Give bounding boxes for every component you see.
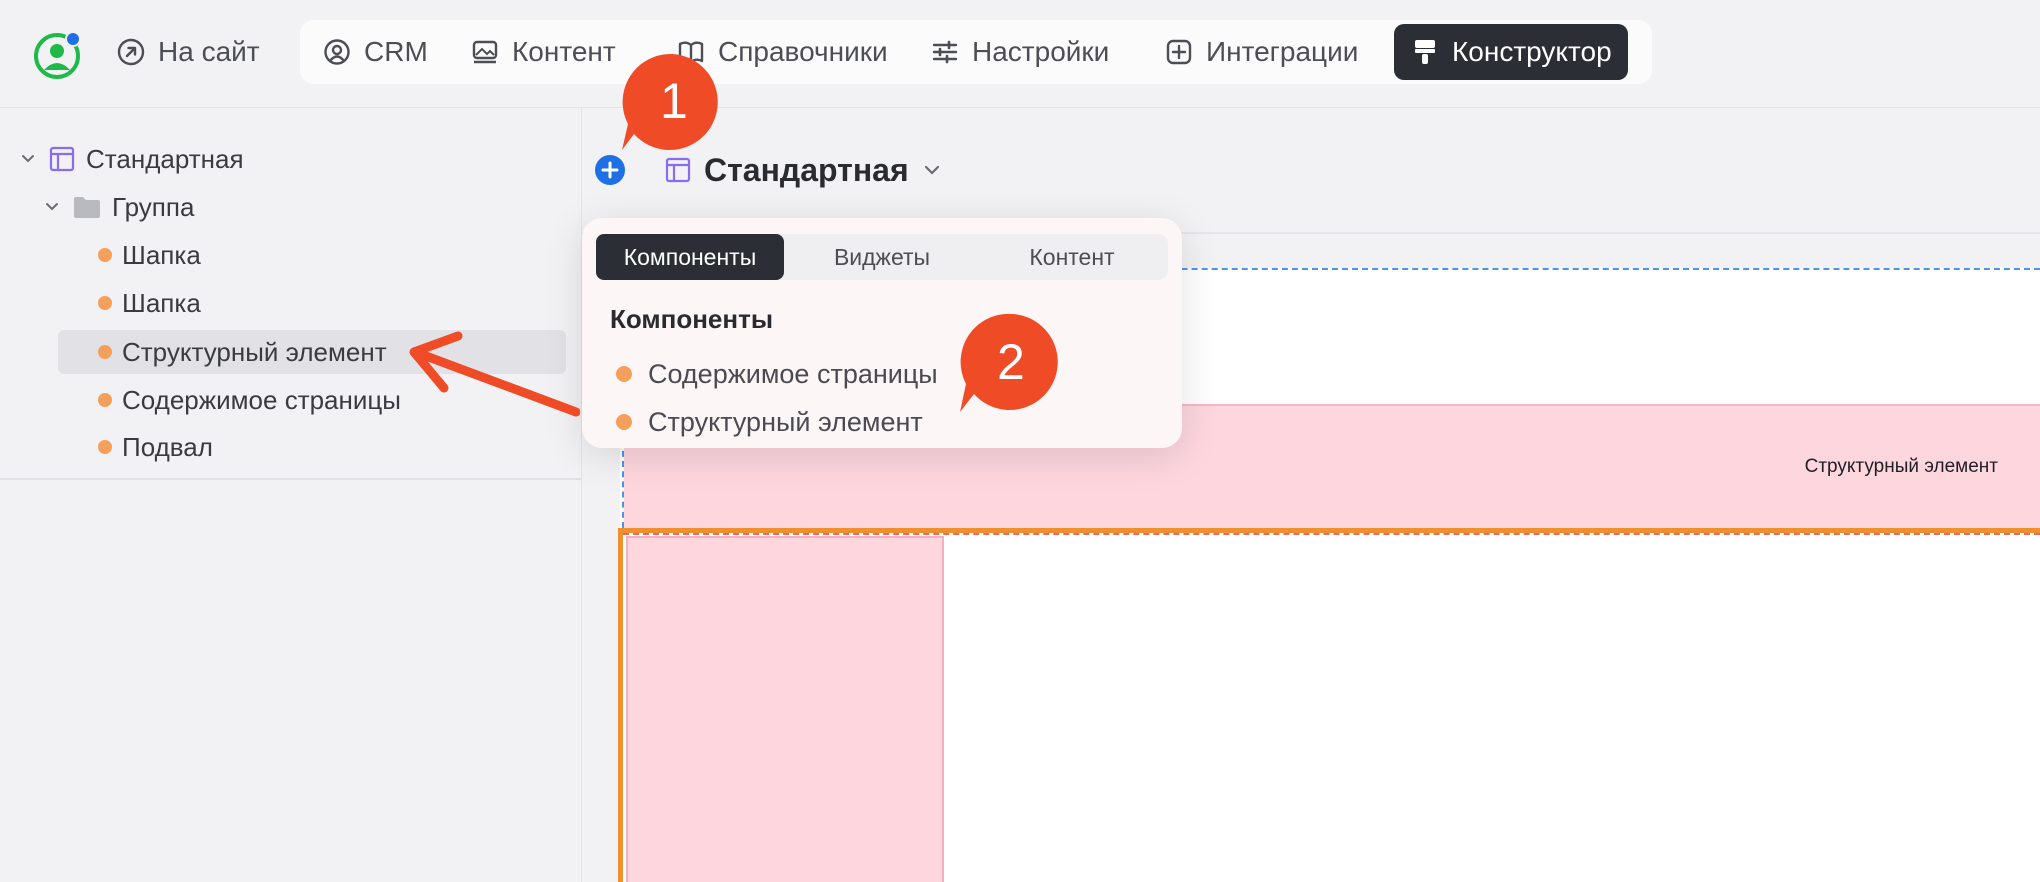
nav-item-constructor[interactable]: Конструктор: [1394, 24, 1628, 80]
nav-item-label: Конструктор: [1452, 36, 1612, 67]
tab-components[interactable]: Компоненты: [596, 234, 784, 280]
tree-item-footer[interactable]: Подвал: [98, 425, 213, 469]
popover-tabs: Компоненты Виджеты Контент: [596, 234, 1168, 280]
nav-item-crm[interactable]: CRM: [306, 24, 444, 80]
tree-item-label: Группа: [112, 191, 195, 222]
image-icon: [472, 40, 498, 64]
tree-item-header[interactable]: Шапка: [98, 233, 201, 277]
sliders-icon: [932, 40, 958, 64]
component-option-label: Структурный элемент: [648, 406, 923, 437]
tree-item-structural-element[interactable]: Структурный элемент: [98, 330, 387, 374]
component-option-page-content[interactable]: Содержимое страницы: [616, 354, 938, 394]
paint-roller-icon: [1415, 40, 1435, 64]
callout-number: 1: [660, 73, 688, 129]
nav-item-label: Контент: [512, 36, 616, 67]
chevron-down-icon[interactable]: [42, 197, 62, 217]
callout-number: 2: [997, 334, 1025, 390]
chevron-down-icon[interactable]: [921, 159, 943, 181]
callout-step-1: 1: [620, 52, 726, 159]
component-dot-icon: [616, 414, 632, 430]
tab-widgets[interactable]: Виджеты: [790, 234, 974, 280]
tree-item-label: Шапка: [122, 287, 201, 318]
tree-item-label: Стандартная: [86, 143, 244, 174]
layout-icon: [49, 146, 75, 172]
nav-item-label: Интеграции: [1206, 36, 1359, 67]
structural-column-block[interactable]: [626, 536, 944, 882]
arrow-up-right-circle-icon: [117, 38, 145, 66]
tree-item-label: Содержимое страницы: [122, 384, 401, 415]
tree-item-page-content[interactable]: Содержимое страницы: [98, 378, 401, 422]
component-dot-icon: [98, 296, 112, 310]
popover-section-heading: Компоненты: [610, 304, 774, 334]
selected-block-outline: [623, 533, 2040, 535]
crm-icon: [324, 39, 350, 65]
component-option-structural-element[interactable]: Структурный элемент: [616, 402, 923, 442]
chevron-down-icon[interactable]: [18, 149, 38, 169]
nav-item-settings[interactable]: Настройки: [914, 24, 1125, 80]
nav-item-label: Настройки: [972, 36, 1110, 67]
layout-icon: [665, 157, 691, 183]
folder-icon: [74, 197, 100, 218]
nav-item-integrations[interactable]: Интеграции: [1148, 24, 1374, 80]
component-dot-icon: [98, 393, 112, 407]
tree-item-header[interactable]: Шапка: [98, 281, 201, 325]
nav-item-label: Справочники: [718, 36, 888, 67]
nav-item-content[interactable]: Контент: [454, 24, 632, 80]
sidebar-divider: [0, 478, 582, 480]
go-to-site-label: На сайт: [158, 36, 260, 67]
page-title[interactable]: Стандартная: [704, 152, 909, 189]
tree-item-label: Подвал: [122, 431, 213, 462]
component-dot-icon: [98, 440, 112, 454]
component-option-label: Содержимое страницы: [648, 358, 938, 389]
tree-item-label: Шапка: [122, 239, 201, 270]
component-dot-icon: [98, 248, 112, 262]
app-logo-icon[interactable]: [33, 30, 83, 80]
component-dot-icon: [616, 366, 632, 382]
tree-item-label: Структурный элемент: [122, 336, 387, 367]
tab-content[interactable]: Контент: [980, 234, 1164, 280]
tree-item-layout[interactable]: Стандартная: [18, 137, 244, 181]
component-dot-icon: [98, 345, 112, 359]
main-nav: CRM Контент Справочники Настройки Интегр…: [300, 20, 1652, 84]
structural-element-label: Структурный элемент: [1804, 456, 1998, 477]
top-bar: На сайт CRM Контент Справочники Настройк…: [0, 0, 2040, 108]
go-to-site-link[interactable]: На сайт: [116, 24, 260, 80]
callout-step-2: 2: [956, 312, 1064, 419]
nav-item-label: CRM: [364, 36, 428, 67]
pointer-arrow-icon: [409, 331, 580, 417]
tree-item-group[interactable]: Группа: [42, 185, 194, 229]
plus-square-icon: [1166, 39, 1192, 65]
add-component-popover: Компоненты Виджеты Контент Компоненты Со…: [582, 218, 1182, 448]
